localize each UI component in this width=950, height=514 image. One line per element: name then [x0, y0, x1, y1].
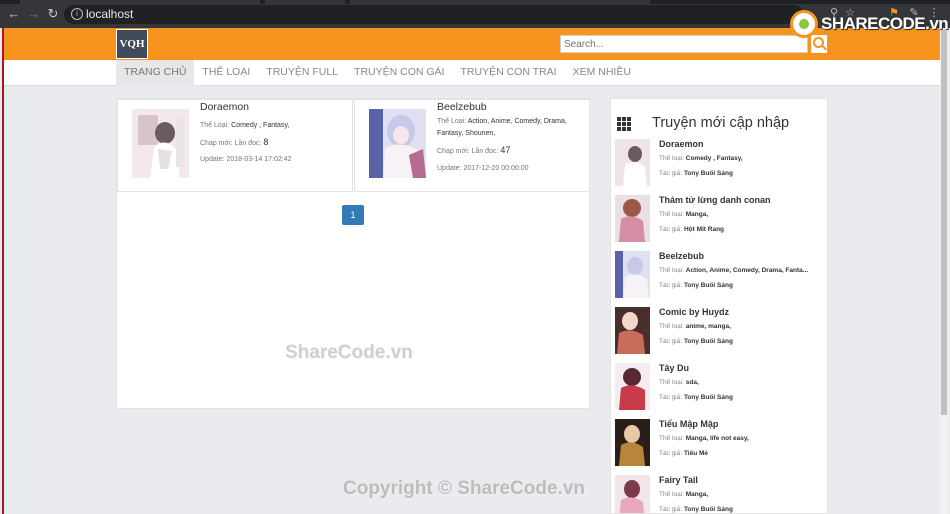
- story-name[interactable]: Beelzebub: [659, 251, 704, 261]
- page-scrollbar[interactable]: [940, 28, 948, 514]
- story-title[interactable]: Doraemon: [200, 101, 249, 113]
- story-genres: Thể Loại: Comedy , Fantasy,: [200, 122, 290, 129]
- pagination-page-1[interactable]: 1: [342, 205, 364, 225]
- story-thumbnail[interactable]: [615, 475, 650, 514]
- story-thumbnail[interactable]: [615, 307, 650, 354]
- sidebar-title: Truyện mới cập nhập: [652, 115, 790, 131]
- story-name[interactable]: Tây Du: [659, 363, 689, 373]
- story-update: Update: 2018-03-14 17:02:42: [200, 156, 292, 163]
- story-author: Tác giả: Tony Buổi Sáng: [659, 338, 733, 345]
- story-card[interactable]: Doraemon Thể Loại: Comedy , Fantasy, Cha…: [117, 99, 353, 192]
- search-input[interactable]: [560, 35, 808, 53]
- story-reads: Chap mới: Lần đọc: 8: [200, 137, 269, 147]
- story-genres: Thể loại: Manga, life not easy,: [659, 435, 749, 442]
- nav-item-genres[interactable]: THỂ LOẠI: [194, 60, 258, 86]
- story-update: Update: 2017-12-20 00:00:00: [437, 165, 529, 172]
- watermark-logo-text: SHARECODE.vn: [821, 14, 949, 33]
- list-item[interactable]: Tây Du Thể loại: sda, Tác giả: Tony Buổi…: [615, 363, 827, 413]
- page-frame: VQH TRANG CHỦ THỂ LOẠI TRUYỆN FULL TRUYỆ…: [2, 28, 948, 514]
- browser-tab[interactable]: [20, 0, 260, 4]
- story-thumbnail[interactable]: [615, 251, 650, 298]
- story-reads: Chap mới: Lần đọc: 47: [437, 145, 511, 155]
- story-title[interactable]: Beelzebub: [437, 101, 487, 113]
- story-genres: Thể loại: Comedy , Fantasy,: [659, 155, 743, 162]
- story-genres: Thể Loại: Action, Anime, Comedy, Drama, …: [437, 118, 567, 137]
- watermark-center: ShareCode.vn: [285, 342, 413, 363]
- story-cover-image[interactable]: [132, 109, 189, 178]
- story-genres: Thể loại: Manga,: [659, 211, 709, 218]
- story-name[interactable]: Comic by Huydz: [659, 307, 729, 317]
- tab-strip: [0, 0, 950, 4]
- nav-item-boys[interactable]: TRUYỆN CON TRAI: [452, 60, 564, 86]
- story-thumbnail[interactable]: [615, 195, 650, 242]
- browser-tab[interactable]: [265, 0, 345, 4]
- browser-tab[interactable]: [350, 0, 650, 4]
- story-author: Tác giả: Tiểu Mễ: [659, 450, 709, 457]
- story-name[interactable]: Fairy Tail: [659, 475, 698, 485]
- story-author: Tác giả: Tony Buổi Sáng: [659, 282, 733, 289]
- story-genres: Thể loại: Action, Anime, Comedy, Drama, …: [659, 267, 809, 274]
- story-author: Tác giả: Tony Buổi Sáng: [659, 170, 733, 177]
- story-thumbnail[interactable]: [615, 139, 650, 186]
- list-item[interactable]: Fairy Tail Thể loại: Manga, Tác giả: Ton…: [615, 475, 827, 514]
- list-item[interactable]: Beelzebub Thể loại: Action, Anime, Comed…: [615, 251, 827, 301]
- watermark-logo: SHARECODE.vn: [790, 9, 949, 39]
- story-author: Tác giả: Tony Buổi Sáng: [659, 506, 733, 513]
- forward-icon[interactable]: →: [27, 7, 41, 21]
- nav-item-full[interactable]: TRUYỆN FULL: [258, 60, 346, 86]
- reload-icon[interactable]: ↻: [46, 7, 60, 21]
- info-icon[interactable]: i: [71, 8, 83, 20]
- nav-item-home[interactable]: TRANG CHỦ: [116, 60, 195, 86]
- main-nav: TRANG CHỦ THỂ LOẠI TRUYỆN FULL TRUYỆN CO…: [4, 60, 946, 86]
- story-genres: Thể loại: Manga,: [659, 491, 709, 498]
- list-item[interactable]: Doraemon Thể loại: Comedy , Fantasy, Tác…: [615, 139, 827, 189]
- list-item[interactable]: Thám tử lừng danh conan Thể loại: Manga,…: [615, 195, 827, 245]
- grid-icon: [617, 117, 631, 131]
- list-item[interactable]: Tiểu Mập Mập Thể loại: Manga, life not e…: [615, 419, 827, 469]
- nav-item-popular[interactable]: XEM NHIỀU: [565, 60, 639, 86]
- story-author: Tác giả: Tony Buổi Sáng: [659, 394, 733, 401]
- sidebar-header: Truyện mới cập nhập: [617, 115, 827, 135]
- story-name[interactable]: Tiểu Mập Mập: [659, 419, 718, 429]
- story-thumbnail[interactable]: [615, 363, 650, 410]
- story-author: Tác giả: Hột Mít Rang: [659, 226, 725, 233]
- nav-item-girls[interactable]: TRUYỆN CON GÁI: [346, 60, 452, 86]
- story-name[interactable]: Doraemon: [659, 139, 704, 149]
- story-cover-image[interactable]: [369, 109, 426, 178]
- story-genres: Thể loại: anime, manga,: [659, 323, 731, 330]
- watermark-copyright: Copyright © ShareCode.vn: [343, 478, 586, 499]
- story-card[interactable]: Beelzebub Thể Loại: Action, Anime, Comed…: [354, 99, 590, 192]
- story-thumbnail[interactable]: [615, 419, 650, 466]
- story-genres: Thể loại: sda,: [659, 379, 699, 386]
- url-text: localhost: [86, 7, 134, 21]
- address-bar[interactable]: i localhost: [64, 5, 804, 24]
- story-name[interactable]: Thám tử lừng danh conan: [659, 195, 771, 205]
- site-logo[interactable]: VQH: [116, 29, 148, 59]
- list-item[interactable]: Comic by Huydz Thể loại: anime, manga, T…: [615, 307, 827, 357]
- recent-updates-sidebar: Truyện mới cập nhập Doraemon Thể loại: C…: [610, 98, 828, 514]
- logo-icon: [790, 10, 818, 38]
- back-icon[interactable]: ←: [7, 7, 21, 21]
